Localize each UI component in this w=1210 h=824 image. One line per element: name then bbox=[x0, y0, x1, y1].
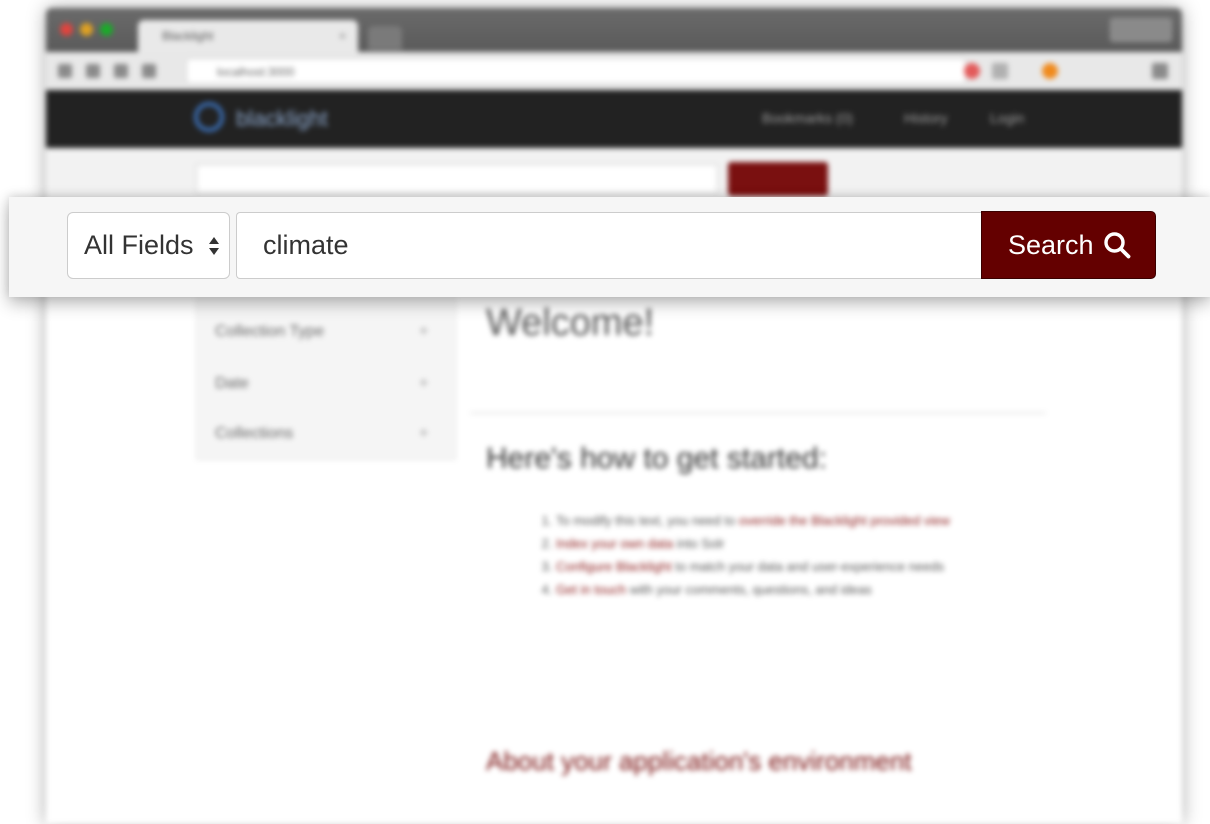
menu-icon[interactable] bbox=[1152, 63, 1168, 79]
divider bbox=[470, 412, 1046, 414]
step-text: with your comments, questions, and ideas bbox=[629, 582, 872, 597]
brand-name[interactable]: blacklight bbox=[236, 106, 328, 132]
nav-history-link[interactable]: History bbox=[904, 110, 948, 126]
browser-tab-title: Blacklight bbox=[162, 29, 214, 43]
extension-icon[interactable] bbox=[964, 63, 980, 79]
facet-collection-type[interactable]: Collection Type + bbox=[215, 323, 428, 341]
address-text: localhost:3000 bbox=[217, 65, 295, 79]
expand-icon[interactable]: + bbox=[419, 375, 428, 393]
step-link[interactable]: Configure Blacklight bbox=[556, 559, 672, 574]
get-started-heading: Here's how to get started: bbox=[486, 442, 827, 475]
search-field-select-value: All Fields bbox=[84, 230, 194, 260]
search-input[interactable] bbox=[236, 212, 982, 279]
home-icon[interactable] bbox=[142, 64, 156, 78]
search-field-select[interactable]: All Fields bbox=[67, 212, 230, 279]
reload-icon[interactable] bbox=[114, 64, 128, 78]
extension-icon[interactable] bbox=[992, 63, 1008, 79]
facet-date[interactable]: Date + bbox=[215, 375, 428, 393]
minimize-window-icon[interactable] bbox=[80, 23, 93, 36]
blacklight-logo-icon[interactable] bbox=[194, 102, 224, 132]
expand-icon[interactable]: + bbox=[419, 425, 428, 443]
step-text: into Solr bbox=[676, 536, 725, 551]
step-link[interactable]: override the Blacklight provided view bbox=[739, 513, 950, 528]
facet-sidebar: Collection Type + Date + Collections + bbox=[196, 298, 456, 460]
facet-collections[interactable]: Collections + bbox=[215, 425, 428, 443]
facet-label: Date bbox=[215, 375, 249, 392]
get-started-steps: To modify this text, you need to overrid… bbox=[516, 509, 1156, 601]
step-link[interactable]: Get in touch bbox=[556, 582, 626, 597]
step-text: To modify this text, you need to bbox=[556, 513, 736, 528]
browser-window: Blacklight × localhost:3000 blacklight B… bbox=[46, 8, 1182, 824]
close-window-icon[interactable] bbox=[60, 23, 73, 36]
search-button-label: Search bbox=[1008, 230, 1094, 260]
window-profile-button[interactable] bbox=[1110, 18, 1172, 42]
search-bar: All Fields Search bbox=[9, 197, 1210, 297]
search-button[interactable]: Search bbox=[981, 211, 1156, 279]
step-link[interactable]: Index your own data bbox=[556, 536, 673, 551]
search-icon bbox=[1104, 232, 1131, 259]
facet-label: Collection Type bbox=[215, 323, 325, 340]
extension-icon[interactable] bbox=[1042, 63, 1058, 79]
welcome-heading: Welcome! bbox=[486, 302, 655, 344]
browser-tab-strip: Blacklight × bbox=[46, 8, 1182, 52]
address-bar[interactable]: localhost:3000 bbox=[186, 58, 966, 84]
site-navbar: blacklight Bookmarks (0) History Login bbox=[46, 90, 1182, 148]
about-environment-link[interactable]: About your application's environment bbox=[486, 746, 912, 777]
browser-tab[interactable]: Blacklight × bbox=[138, 20, 358, 52]
back-icon[interactable] bbox=[58, 64, 72, 78]
facet-label: Collections bbox=[215, 425, 294, 442]
list-item: Configure Blacklight to match your data … bbox=[556, 555, 1156, 578]
tab-close-icon[interactable]: × bbox=[339, 20, 346, 52]
browser-toolbar: localhost:3000 bbox=[46, 52, 1182, 91]
search-field-background bbox=[196, 164, 718, 194]
list-item: To modify this text, you need to overrid… bbox=[556, 509, 1156, 532]
nav-login-link[interactable]: Login bbox=[990, 110, 1024, 126]
maximize-window-icon[interactable] bbox=[100, 23, 113, 36]
select-arrows-icon bbox=[209, 237, 219, 255]
search-button-background bbox=[728, 162, 828, 196]
new-tab-button[interactable] bbox=[368, 26, 402, 50]
list-item: Get in touch with your comments, questio… bbox=[556, 578, 1156, 601]
forward-icon[interactable] bbox=[86, 64, 100, 78]
step-text: to match your data and user-experience n… bbox=[675, 559, 945, 574]
list-item: Index your own data into Solr bbox=[556, 532, 1156, 555]
expand-icon[interactable]: + bbox=[419, 323, 428, 341]
nav-bookmarks-link[interactable]: Bookmarks (0) bbox=[762, 110, 853, 126]
